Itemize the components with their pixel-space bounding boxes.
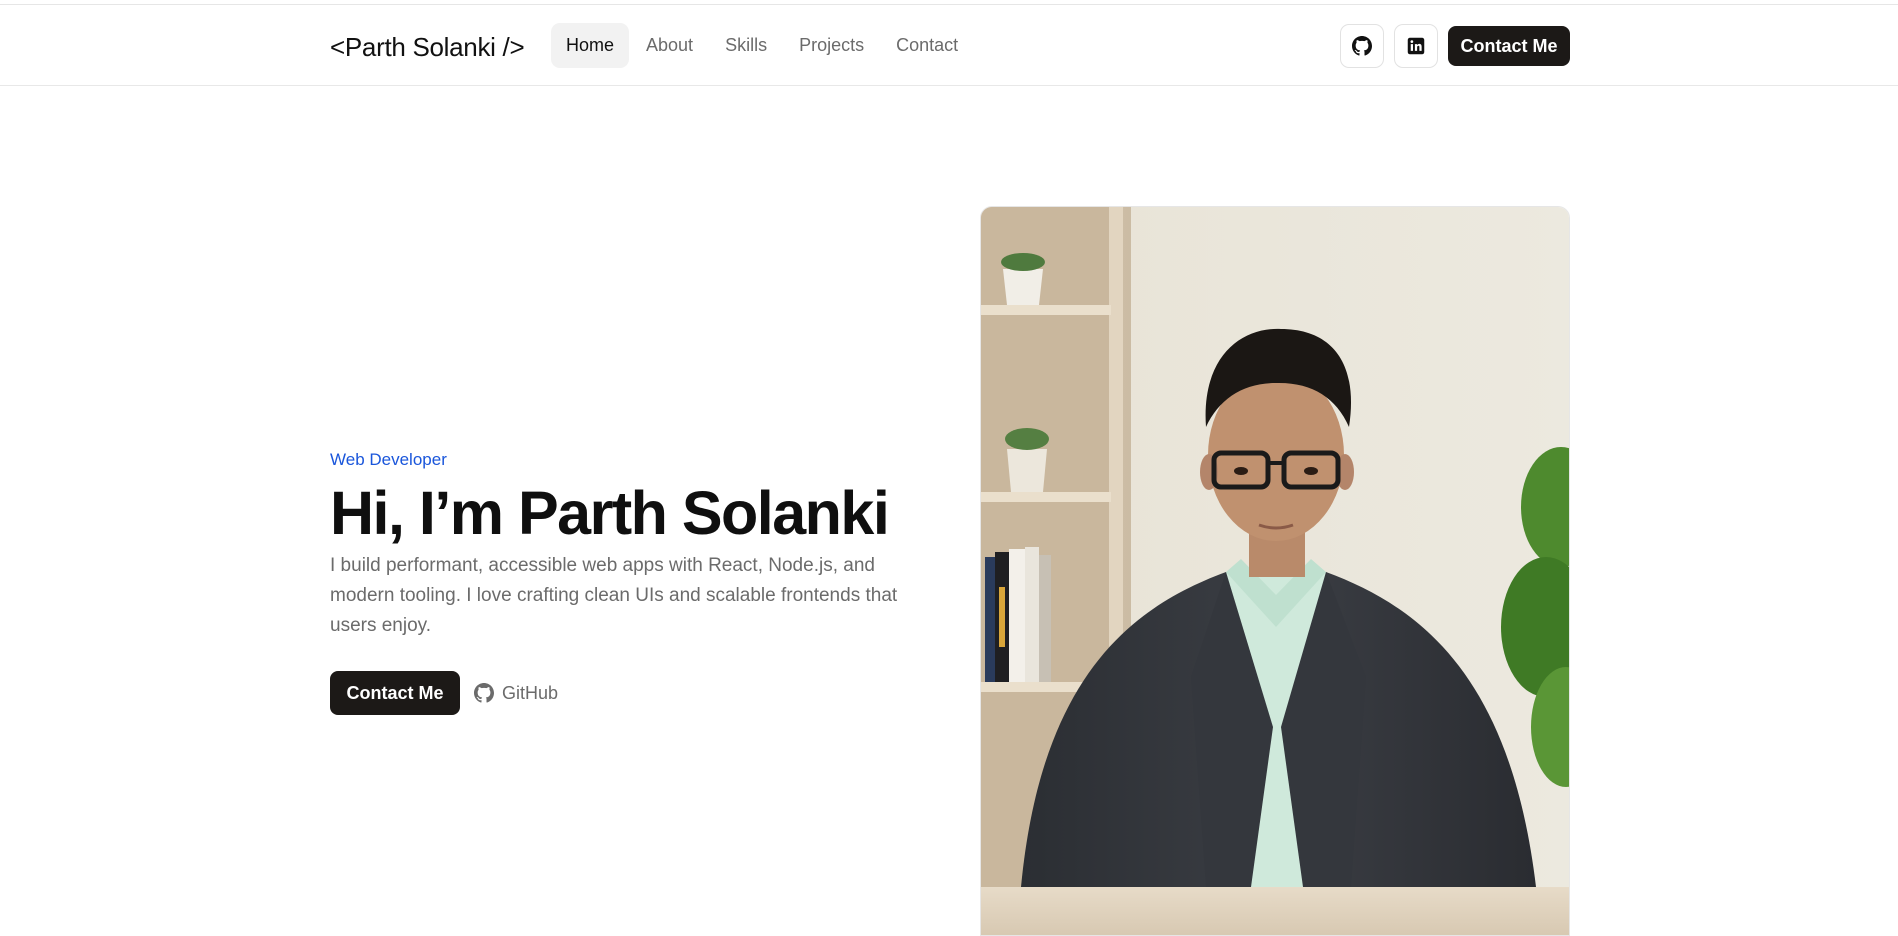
hero-github-label: GitHub [502, 682, 559, 703]
nav-links: Home About Skills Projects Contact [551, 23, 973, 68]
hero-headline: Hi, I’m Parth Solanki [330, 479, 890, 547]
nav-item-home[interactable]: Home [551, 23, 630, 68]
hero-eyebrow: Web Developer [330, 450, 447, 469]
linkedin-button[interactable] [1394, 24, 1438, 68]
nav-item-contact[interactable]: Contact [881, 23, 973, 68]
profile-photo [980, 206, 1570, 936]
linkedin-icon [1407, 37, 1425, 55]
github-icon [474, 683, 494, 703]
hero-contact-button[interactable]: Contact Me [330, 671, 460, 716]
nav-actions: Contact Me [1340, 24, 1570, 68]
navbar: <Parth Solanki /> Home About Skills Proj… [0, 5, 1898, 86]
hero-text: Web Developer Hi, I’m Parth Solanki I bu… [330, 450, 930, 716]
hero-lead: I build performant, accessible web apps … [330, 555, 898, 637]
github-icon [1352, 36, 1372, 56]
profile-photo-illustration [981, 207, 1569, 935]
nav-item-projects[interactable]: Projects [784, 23, 879, 68]
github-button[interactable] [1340, 24, 1384, 68]
nav-item-skills[interactable]: Skills [710, 23, 782, 68]
brand-logo[interactable]: <Parth Solanki /> [330, 32, 525, 63]
nav-contact-button[interactable]: Contact Me [1448, 26, 1570, 66]
hero-github-link[interactable]: GitHub [474, 683, 558, 704]
nav-item-about[interactable]: About [631, 23, 708, 68]
hero-actions: Contact Me GitHub [330, 671, 930, 716]
